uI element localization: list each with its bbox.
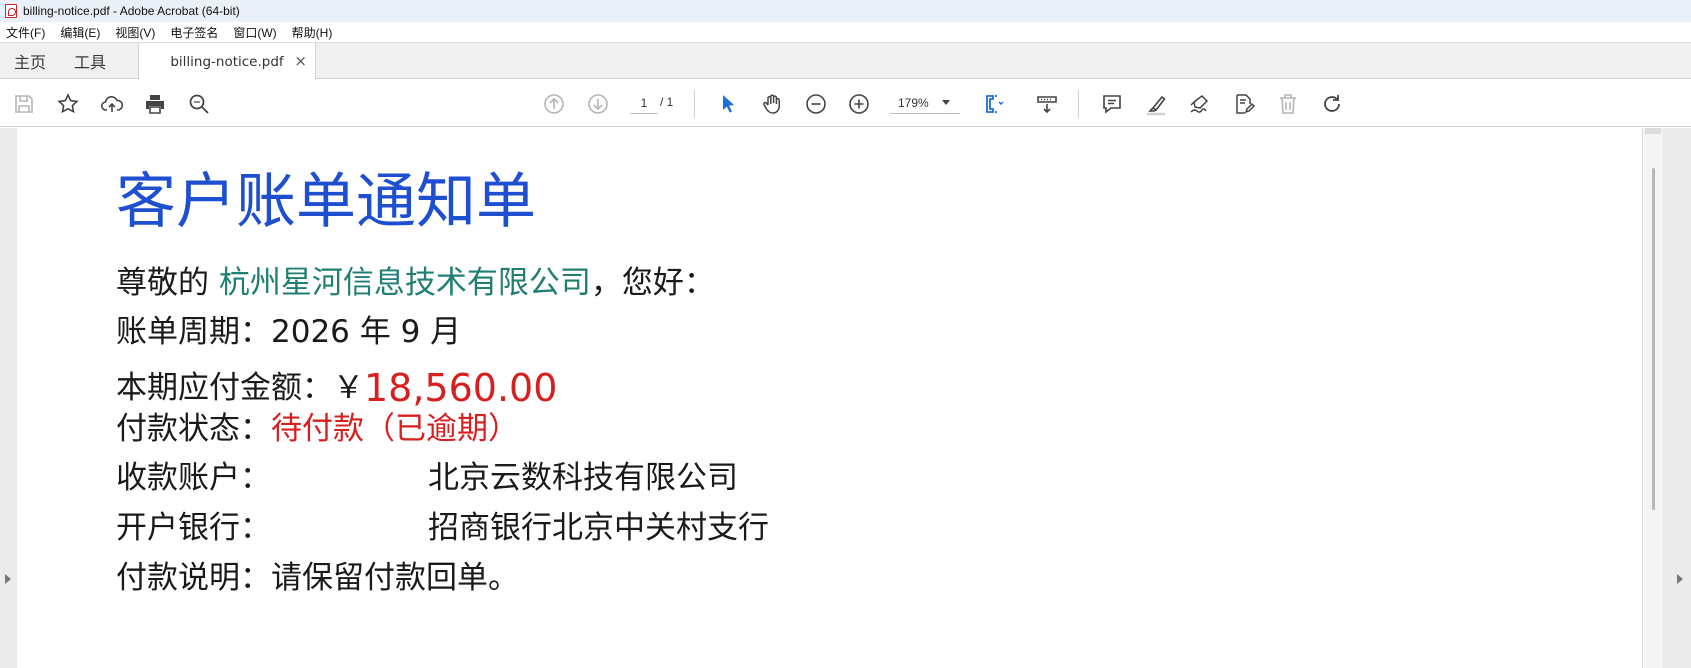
right-panel-strip	[1666, 128, 1691, 668]
bank-label: 开户银行：	[116, 510, 271, 546]
page-down-icon	[588, 94, 608, 114]
customer-company: 杭州星河信息技术有限公司	[218, 265, 591, 301]
amount-line: 本期应付金额：￥18,560.00	[116, 366, 557, 407]
status-label: 付款状态：	[116, 411, 271, 447]
cloud-upload-icon	[100, 96, 124, 112]
fit-page-icon	[986, 95, 1004, 113]
zoom-out-icon	[806, 94, 826, 114]
previous-page-button[interactable]	[538, 88, 570, 120]
bookmark-star-icon	[57, 93, 79, 114]
tab-document[interactable]: billing-notice.pdf ×	[138, 43, 316, 80]
tab-bar: 主页 工具 billing-notice.pdf ×	[0, 43, 1691, 80]
amount-label: 本期应付金额：￥	[116, 370, 364, 406]
print-icon	[146, 95, 164, 114]
expand-left-panel-icon[interactable]	[5, 574, 11, 584]
toolbar-divider	[694, 90, 695, 118]
fit-page-button[interactable]	[978, 88, 1010, 120]
zoom-in-icon	[849, 94, 869, 114]
acrobat-logo-icon	[5, 4, 17, 18]
left-panel-strip	[0, 128, 17, 668]
toolbar-divider	[1078, 90, 1079, 118]
hand-tool-button[interactable]	[756, 88, 788, 120]
note-label: 付款说明：	[116, 560, 271, 596]
menu-view[interactable]: 视图(V)	[115, 24, 155, 41]
find-button[interactable]	[183, 88, 215, 120]
print-button[interactable]	[139, 88, 171, 120]
save-button[interactable]	[8, 88, 40, 120]
delete-icon	[1280, 94, 1296, 114]
period-value: 2026 年 9 月	[271, 314, 462, 350]
menu-edit[interactable]: 编辑(E)	[60, 24, 100, 41]
tab-tools[interactable]: 工具	[60, 43, 120, 78]
zoom-value: 179%	[898, 95, 929, 110]
greeting-prefix: 尊敬的	[116, 265, 219, 301]
delete-button[interactable]	[1272, 88, 1304, 120]
payment-note-line: 付款说明：请保留付款回单。	[116, 563, 519, 594]
highlight-button[interactable]	[1140, 88, 1172, 120]
save-icon	[15, 95, 33, 113]
toolbar: / 1 179%	[0, 80, 1691, 127]
scroll-mode-button[interactable]	[1031, 88, 1063, 120]
payee-value: 北京云数科技有限公司	[428, 460, 738, 496]
payee-line: 收款账户： 北京云数科技有限公司	[116, 463, 916, 497]
expand-right-panel-icon[interactable]	[1677, 574, 1683, 584]
document-viewer: 客户账单通知单 尊敬的 杭州星河信息技术有限公司，您好： 账单周期：2026 年…	[0, 128, 1691, 668]
sign-button[interactable]	[1184, 88, 1216, 120]
zoom-in-button[interactable]	[843, 88, 875, 120]
menu-bar: 文件(F) 编辑(E) 视图(V) 电子签名 窗口(W) 帮助(H)	[0, 22, 1691, 43]
zoom-dropdown[interactable]: 179%	[890, 92, 960, 114]
next-page-button[interactable]	[582, 88, 614, 120]
page-number-input[interactable]	[630, 92, 658, 114]
find-icon	[189, 94, 209, 114]
period-label: 账单周期：	[116, 314, 271, 350]
zoom-out-button[interactable]	[800, 88, 832, 120]
edit-pdf-icon	[1236, 94, 1256, 114]
scroll-up-area[interactable]	[1645, 128, 1661, 134]
payee-label: 收款账户：	[116, 460, 271, 496]
bank-value: 招商银行北京中关村支行	[428, 510, 769, 546]
close-tab-icon[interactable]: ×	[294, 52, 307, 70]
comment-icon	[1103, 95, 1121, 114]
window-title: billing-notice.pdf - Adobe Acrobat (64-b…	[23, 4, 240, 18]
chevron-down-icon	[942, 100, 950, 105]
hand-icon	[763, 94, 780, 114]
menu-help[interactable]: 帮助(H)	[292, 24, 333, 41]
title-bar: billing-notice.pdf - Adobe Acrobat (64-b…	[0, 0, 1691, 22]
document-title: 客户账单通知单	[116, 167, 536, 237]
amount-value: 18,560.00	[364, 366, 558, 410]
menu-file[interactable]: 文件(F)	[6, 24, 45, 41]
bank-line: 开户银行： 招商银行北京中关村支行	[116, 513, 916, 547]
upload-button[interactable]	[96, 88, 128, 120]
payment-status-line: 付款状态：待付款（已逾期）	[116, 414, 519, 445]
bookmark-button[interactable]	[52, 88, 84, 120]
rotate-button[interactable]	[1316, 88, 1348, 120]
pdf-page: 客户账单通知单 尊敬的 杭州星河信息技术有限公司，您好： 账单周期：2026 年…	[17, 128, 1642, 668]
highlight-icon	[1147, 95, 1166, 116]
note-value: 请保留付款回单。	[271, 560, 519, 596]
vertical-scrollbar[interactable]	[1642, 128, 1662, 668]
tab-home[interactable]: 主页	[0, 43, 60, 78]
menu-esign[interactable]: 电子签名	[170, 24, 218, 41]
greeting-line: 尊敬的 杭州星河信息技术有限公司，您好：	[116, 268, 715, 299]
scroll-mode-icon	[1037, 96, 1057, 114]
sign-icon	[1190, 95, 1209, 113]
page-total: / 1	[660, 95, 674, 109]
select-tool-button[interactable]	[712, 88, 744, 120]
page-up-icon	[544, 94, 564, 114]
tab-document-label: billing-notice.pdf	[170, 53, 284, 70]
greeting-suffix: ，您好：	[590, 265, 715, 301]
select-arrow-icon	[723, 95, 734, 113]
comment-button[interactable]	[1096, 88, 1128, 120]
scroll-thumb[interactable]	[1652, 168, 1655, 510]
acrobat-window: billing-notice.pdf - Adobe Acrobat (64-b…	[0, 0, 1691, 668]
edit-pdf-button[interactable]	[1228, 88, 1260, 120]
menu-window[interactable]: 窗口(W)	[233, 24, 276, 41]
status-value: 待付款（已逾期）	[271, 411, 519, 447]
billing-period-line: 账单周期：2026 年 9 月	[116, 317, 461, 348]
rotate-icon	[1324, 95, 1340, 112]
